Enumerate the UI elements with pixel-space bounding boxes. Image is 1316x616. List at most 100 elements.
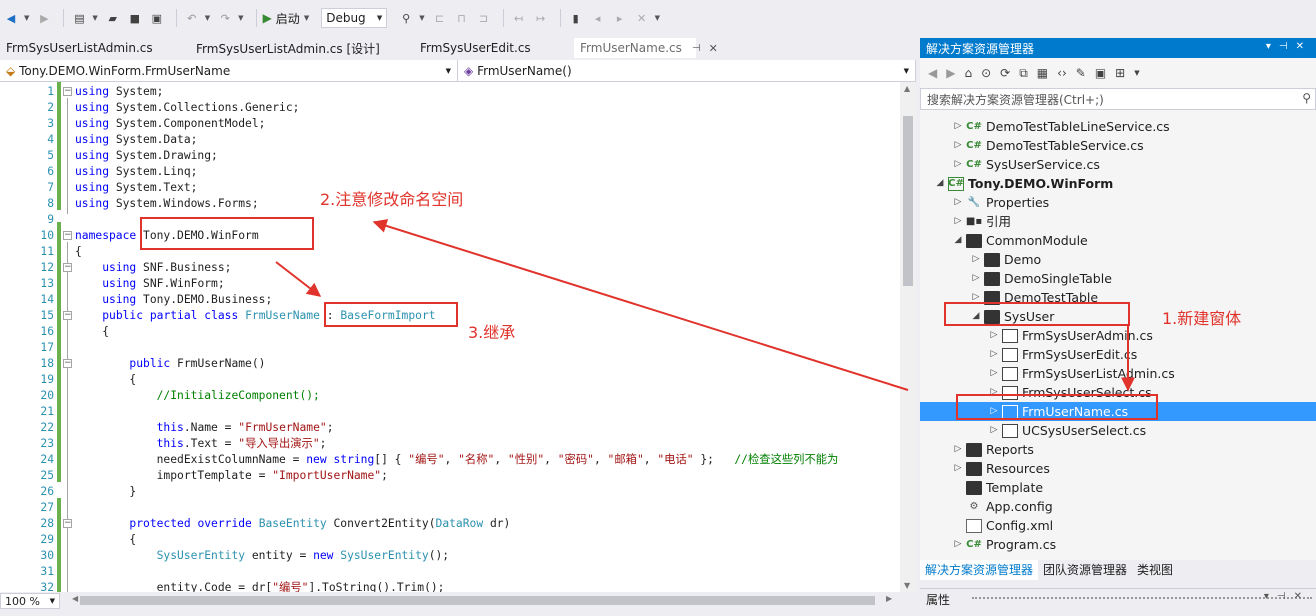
code-line[interactable]: using System.Data; [75,132,197,148]
tree-node[interactable]: ▷ C# DemoTestTableService.cs [920,136,1316,155]
tree-node[interactable]: ◢ CommonModule [920,231,1316,250]
code-line[interactable]: using System; [75,84,163,100]
back-icon[interactable]: ◀ [928,66,937,80]
close-icon[interactable]: ✕ [1296,41,1312,52]
pending-changes-filter-icon[interactable]: ⊙ [981,66,991,80]
collapse-region-icon[interactable]: − [63,263,72,272]
tree-node[interactable]: ▷ FrmSysUserListAdmin.cs [920,364,1316,383]
horizontal-scroll-track[interactable]: ◀ ▶ [72,594,892,606]
save-all-icon[interactable]: ▣ [148,9,166,27]
new-project-dropdown-icon[interactable]: ▼ [92,14,97,22]
align-left-icon[interactable]: ⊏ [431,9,449,27]
home-icon[interactable]: ⌂ [964,66,972,80]
tree-node[interactable]: Config.xml [920,516,1316,535]
code-line[interactable]: using System.Drawing; [75,148,218,164]
next-bookmark-icon[interactable]: ▸ [611,9,629,27]
scrollbar-thumb[interactable] [903,116,913,286]
document-tab[interactable]: FrmSysUserListAdmin.cs [设计] [190,38,414,58]
save-icon[interactable]: ■ [126,9,144,27]
collapse-arrow-icon[interactable]: ◢ [934,174,946,193]
find-dropdown-icon[interactable]: ▼ [419,14,424,22]
expand-arrow-icon[interactable]: ▷ [988,326,1000,345]
expand-arrow-icon[interactable]: ▷ [952,136,964,155]
tree-node[interactable]: ▷ FrmSysUserEdit.cs [920,345,1316,364]
code-line[interactable]: { [75,372,136,388]
bookmark-icon[interactable]: ▮ [567,9,585,27]
code-line[interactable]: this.Text = "导入导出演示"; [75,436,327,452]
scroll-right-icon[interactable]: ▶ [886,594,892,603]
redo-dropdown-icon[interactable]: ▼ [238,14,243,22]
code-line[interactable]: importTemplate = "ImportUserName"; [75,468,388,484]
tree-node[interactable]: ◢ C# Tony.DEMO.WinForm [920,174,1316,193]
document-tab[interactable]: FrmSysUserListAdmin.cs [0,38,190,58]
outdent-icon[interactable]: ↤ [510,9,528,27]
panel-tab[interactable]: 解决方案资源管理器 [920,560,1039,580]
document-tab[interactable]: FrmSysUserEdit.cs [414,38,574,58]
collapse-region-icon[interactable]: − [63,231,72,240]
code-line[interactable]: { [75,324,109,340]
tree-node[interactable]: ▷ DemoSingleTable [920,269,1316,288]
expand-arrow-icon[interactable]: ▷ [988,421,1000,440]
expand-arrow-icon[interactable]: ▷ [970,269,982,288]
code-line[interactable]: { [75,244,82,260]
panel-tab[interactable]: 类视图 [1132,560,1178,580]
window-position-icon[interactable]: ▾ [1264,591,1277,602]
collapse-region-icon[interactable]: − [63,311,72,320]
back-dropdown-icon[interactable]: ▼ [24,14,29,22]
search-icon[interactable]: ⚲ [1302,91,1311,105]
tree-node[interactable]: Template [920,478,1316,497]
pin-icon[interactable]: ⊣ [1277,591,1294,602]
preview-icon[interactable]: ▣ [1095,66,1106,80]
tree-node[interactable]: ▷ Resources [920,459,1316,478]
code-line[interactable]: using System.Text; [75,180,197,196]
expand-arrow-icon[interactable]: ▷ [970,250,982,269]
code-line[interactable]: } [75,484,136,500]
close-icon[interactable]: ✕ [1294,591,1310,602]
expand-arrow-icon[interactable]: ▷ [952,155,964,174]
expand-arrow-icon[interactable]: ▷ [952,117,964,136]
expand-arrow-icon[interactable]: ▷ [952,212,964,231]
prev-bookmark-icon[interactable]: ◂ [589,9,607,27]
tree-node[interactable]: ▷ FrmSysUserAdmin.cs [920,326,1316,345]
collapse-region-icon[interactable]: − [63,359,72,368]
tree-node[interactable]: ▷ Demo [920,250,1316,269]
document-tab[interactable]: FrmUserName.cs ⊣ ✕ [574,38,718,58]
view-code-icon[interactable]: ‹› [1057,66,1067,80]
tree-node[interactable]: ▷ C# SysUserService.cs [920,155,1316,174]
code-line[interactable]: using System.Windows.Forms; [75,196,259,212]
align-right-icon[interactable]: ⊐ [475,9,493,27]
code-line[interactable]: using System.Collections.Generic; [75,100,299,116]
member-select[interactable]: ◈ FrmUserName() ▼ [458,60,916,81]
panel-tab[interactable]: 团队资源管理器 [1038,560,1132,580]
code-line[interactable]: { [75,532,136,548]
code-line[interactable]: entity.Code = dr["编号"].ToString().Trim()… [75,580,445,592]
code-line[interactable]: SysUserEntity entity = new SysUserEntity… [75,548,449,564]
code-line[interactable]: this.Name = "FrmUserName"; [75,420,334,436]
code-editor[interactable]: 1− using System; 2 using System.Collections… [0,82,900,592]
pin-tab-icon[interactable]: ⊣ [692,43,701,54]
expand-arrow-icon[interactable]: ▷ [952,440,964,459]
tree-node[interactable]: ▷ Reports [920,440,1316,459]
toolbar-overflow-icon[interactable]: ▼ [655,14,660,22]
start-dropdown-icon[interactable]: ▼ [304,14,309,22]
class-diagram-icon[interactable]: ⊞ [1115,66,1125,80]
solution-configuration-select[interactable]: Debug ▼ [321,8,388,28]
new-project-icon[interactable]: ▤ [70,9,88,27]
horizontal-scroll-thumb[interactable] [80,596,875,605]
open-file-icon[interactable]: ▰ [104,9,122,27]
expand-arrow-icon[interactable]: ▷ [952,459,964,478]
tree-node[interactable]: ▷ C# DemoTestTableLineService.cs [920,117,1316,136]
show-all-files-icon[interactable]: ▦ [1037,66,1048,80]
collapse-region-icon[interactable]: − [63,87,72,96]
code-line[interactable]: using SNF.WinForm; [75,276,224,292]
properties-icon[interactable]: ✎ [1076,66,1086,80]
forward-icon[interactable]: ▶ [35,9,53,27]
undo-dropdown-icon[interactable]: ▼ [205,14,210,22]
scroll-up-icon[interactable]: ▲ [904,84,910,93]
code-line[interactable]: using SNF.Business; [75,260,231,276]
back-icon[interactable]: ◀ [2,9,20,27]
expand-arrow-icon[interactable]: ▷ [952,535,964,554]
zoom-select[interactable]: 100 % ▼ [0,593,60,609]
collapse-region-icon[interactable]: − [63,519,72,528]
tree-node[interactable]: ⚙ App.config [920,497,1316,516]
